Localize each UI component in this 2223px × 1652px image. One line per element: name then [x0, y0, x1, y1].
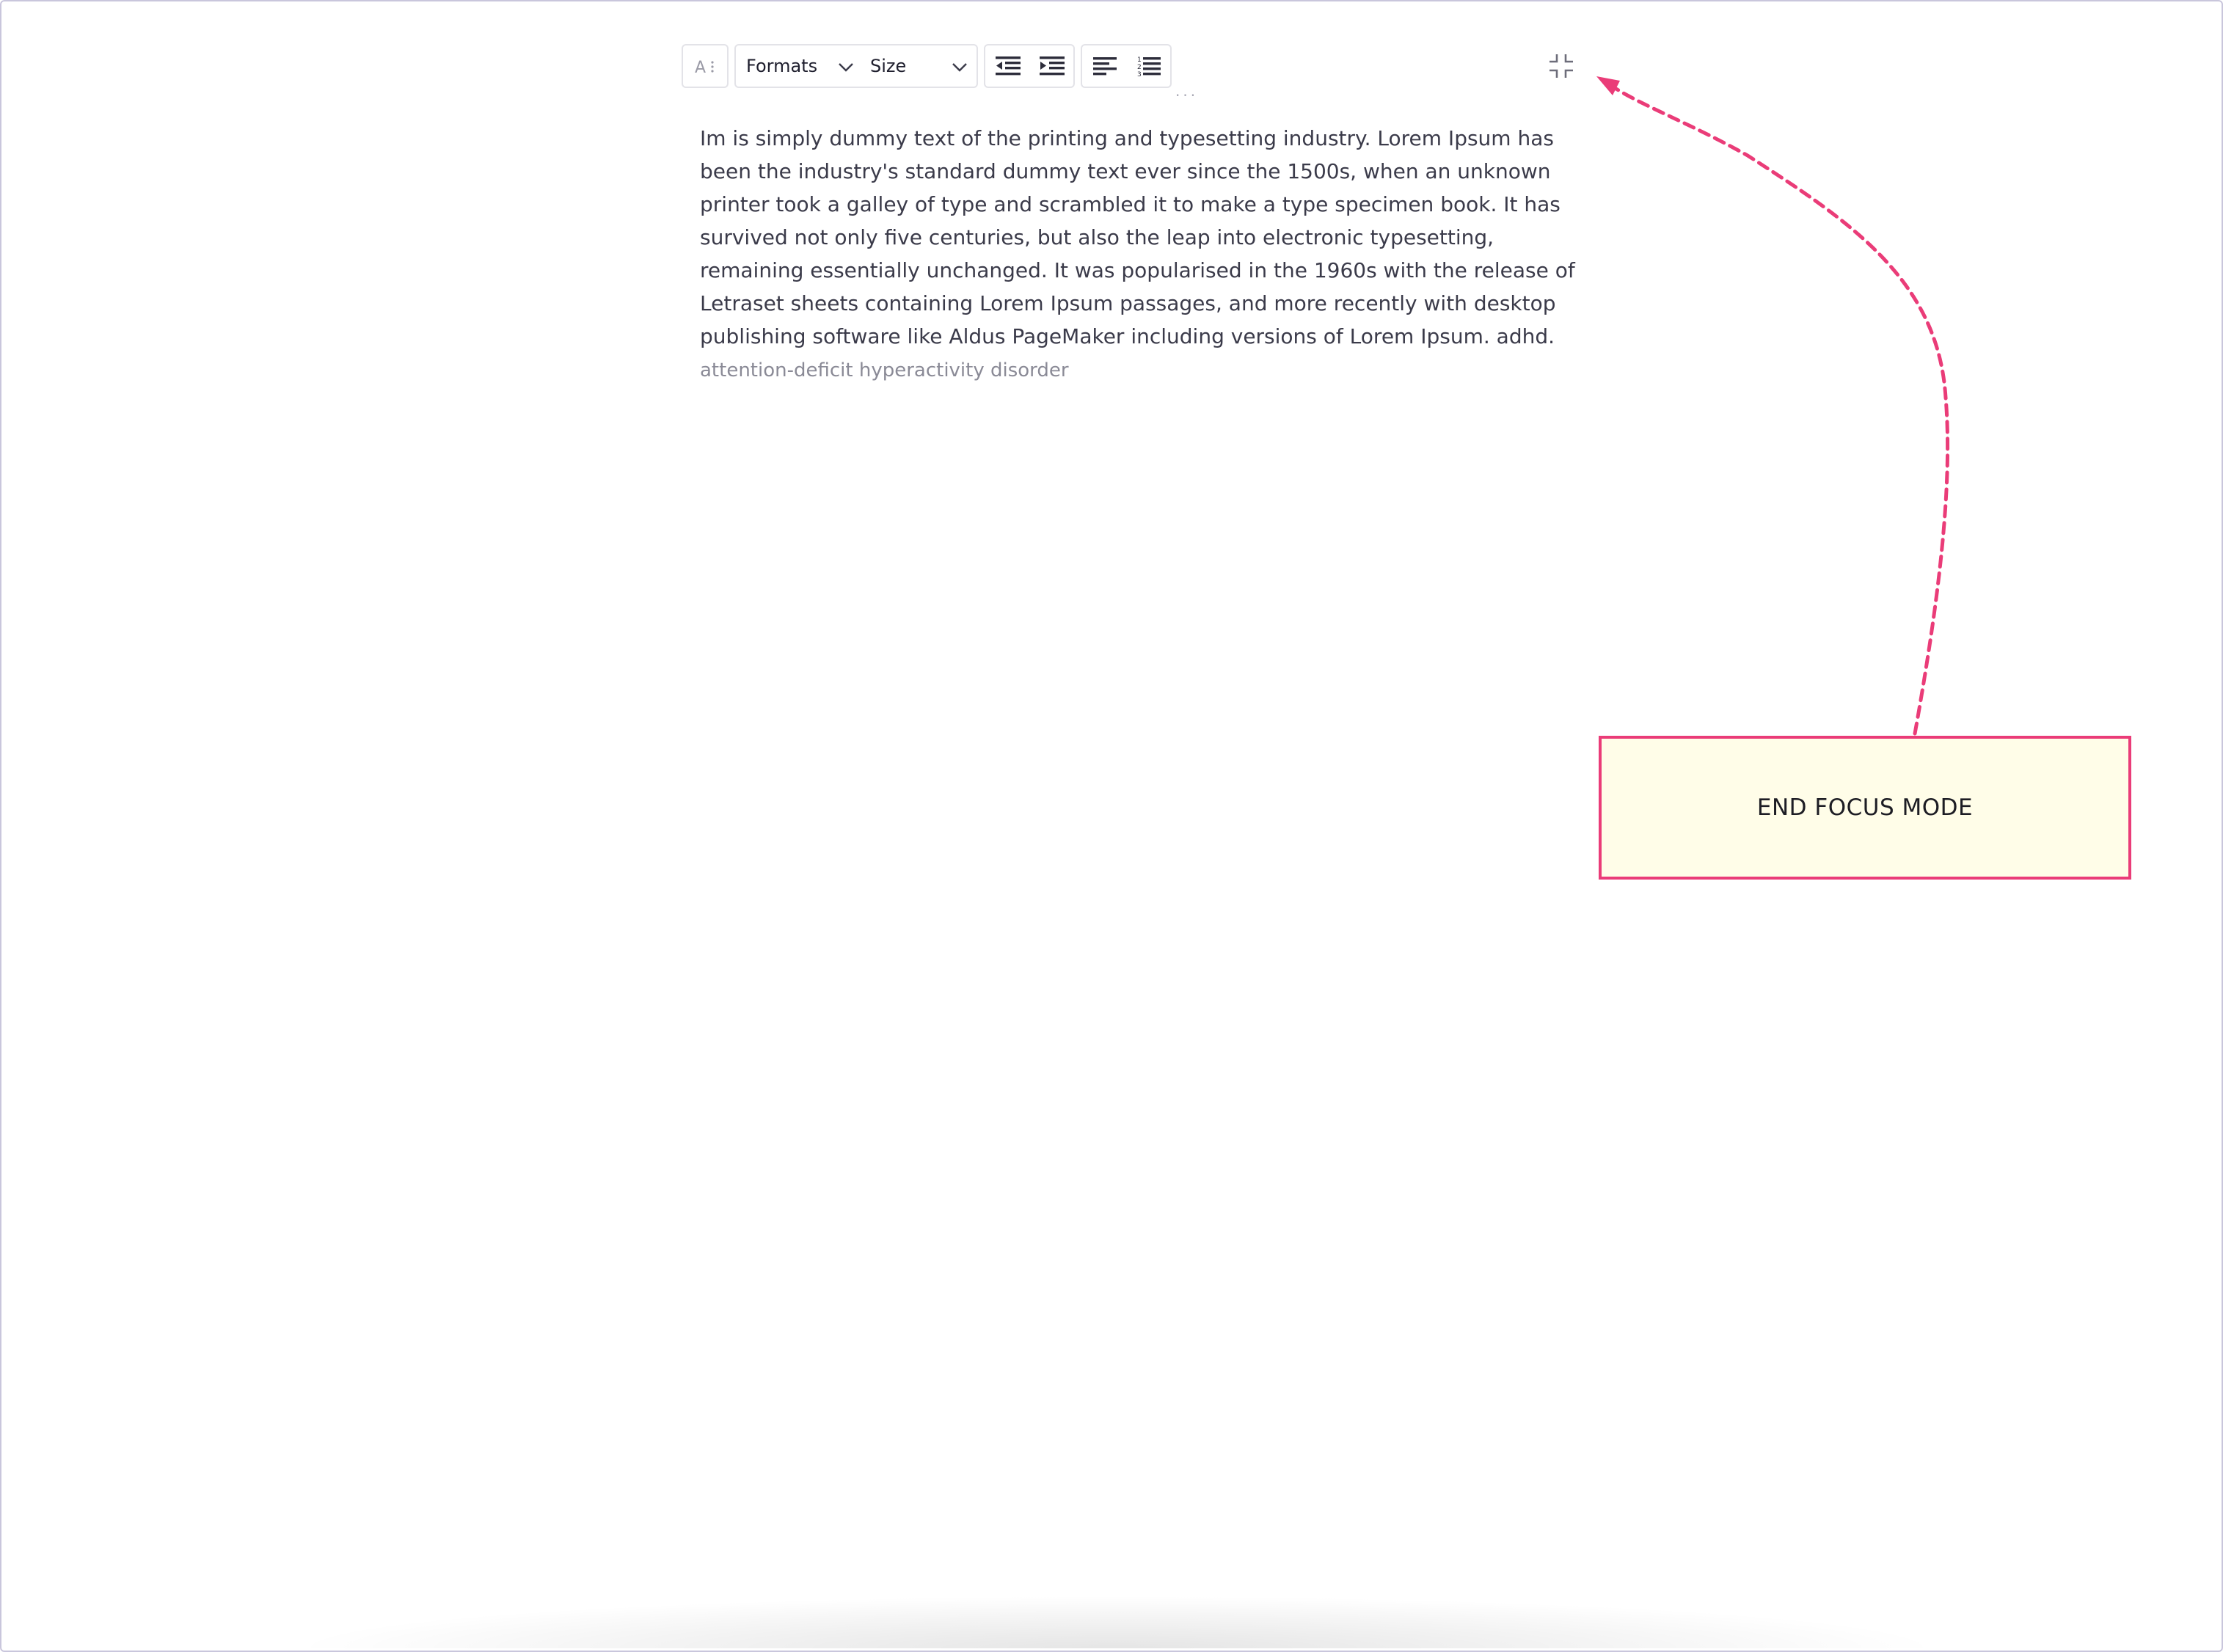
autocomplete-suggestion: attention-deficit hyperactivity disorder: [700, 359, 1069, 381]
ordered-list-button[interactable]: 1 2 3: [1128, 45, 1170, 87]
collapse-fullscreen-icon: [1549, 54, 1573, 78]
indent-group: [984, 44, 1075, 88]
toolbar-more-indicator[interactable]: ...: [1175, 82, 1198, 100]
chevron-down-icon: [952, 63, 967, 72]
font-settings-button[interactable]: A: [683, 45, 727, 87]
outdent-icon: [996, 56, 1021, 76]
exit-focus-mode-button[interactable]: [1547, 51, 1576, 81]
chevron-down-icon: [839, 63, 853, 72]
arrowhead-icon: [1596, 76, 1620, 95]
annotation-label: END FOCUS MODE: [1756, 794, 1974, 821]
indent-icon: [1040, 56, 1065, 76]
bottom-shadow: [310, 1597, 1924, 1648]
indent-button[interactable]: [1031, 45, 1073, 87]
font-settings-icon: A: [695, 59, 714, 77]
size-dropdown[interactable]: Size: [870, 45, 973, 87]
svg-text:3: 3: [1137, 71, 1142, 78]
formats-label: Formats: [746, 56, 818, 76]
align-left-button[interactable]: [1084, 45, 1126, 87]
font-button-group: A: [682, 44, 729, 88]
ordered-list-icon: 1 2 3: [1137, 56, 1161, 78]
align-left-icon: [1093, 57, 1117, 76]
alignment-list-group: 1 2 3: [1081, 44, 1172, 88]
outdent-button[interactable]: [987, 45, 1029, 87]
annotation-callout: END FOCUS MODE: [1599, 736, 2131, 880]
editor-body-text: Im is simply dummy text of the printing …: [700, 126, 1575, 348]
svg-text:A: A: [695, 59, 706, 77]
editor-content[interactable]: Im is simply dummy text of the printing …: [700, 122, 1580, 387]
svg-text:2: 2: [1137, 64, 1142, 71]
svg-text:1: 1: [1137, 56, 1142, 64]
app-window: A Formats Size 1 2 3 ... Im is simply du…: [0, 0, 2223, 1652]
size-label: Size: [870, 56, 907, 76]
format-size-group: Formats Size: [734, 44, 978, 88]
formats-dropdown[interactable]: Formats: [746, 45, 856, 87]
